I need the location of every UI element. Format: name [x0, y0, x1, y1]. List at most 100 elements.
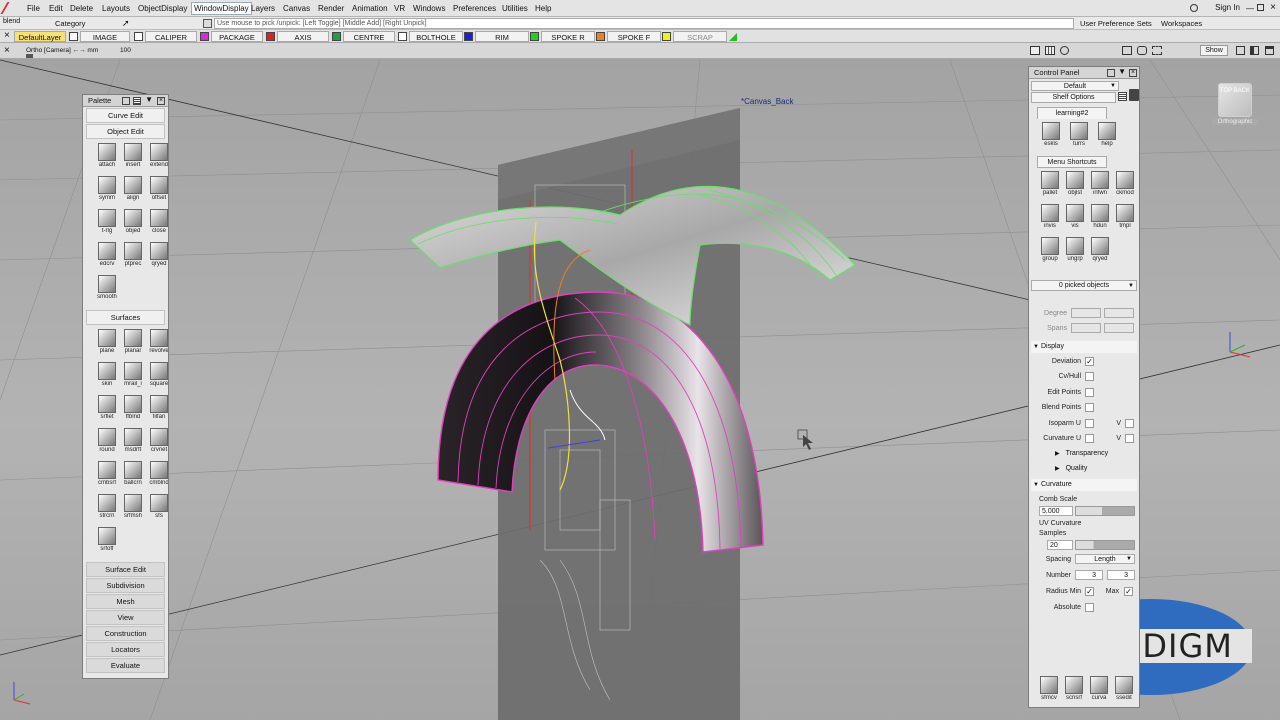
palette-options-icon[interactable]: [122, 97, 130, 105]
layer-swatch-caliper[interactable]: [134, 32, 143, 41]
section-construction[interactable]: Construction: [86, 626, 165, 641]
tool-close[interactable]: close: [147, 208, 168, 241]
menu-delete[interactable]: Delete: [70, 4, 93, 13]
tool-offset[interactable]: offset: [147, 175, 168, 208]
viewcube-top[interactable]: TOP: [1220, 88, 1232, 94]
layer-bolthole[interactable]: BOLTHOLE: [409, 31, 463, 42]
menu-render[interactable]: Render: [318, 4, 344, 13]
absolute-checkbox[interactable]: [1085, 603, 1094, 612]
menu-windowdisplay[interactable]: WindowDisplay: [191, 2, 252, 15]
workspaces-button[interactable]: Workspaces: [1161, 19, 1202, 28]
layer-defaultlayer[interactable]: DefaultLayer: [14, 31, 66, 42]
sign-in-link[interactable]: Sign In: [1215, 3, 1240, 12]
comb-scale-field[interactable]: 5.000: [1039, 506, 1073, 516]
close-icon[interactable]: ×: [1270, 2, 1276, 13]
grid-icon[interactable]: [1045, 46, 1055, 55]
section-curve-edit[interactable]: Curve Edit: [86, 108, 165, 123]
menu-layouts[interactable]: Layouts: [102, 4, 130, 13]
layer-axis[interactable]: AXIS: [277, 31, 329, 42]
layer-swatch-bolthole[interactable]: [398, 32, 407, 41]
palette-list-icon[interactable]: [133, 97, 141, 105]
tool-round[interactable]: round: [95, 427, 119, 460]
pick-tool-icon[interactable]: ➚: [122, 18, 130, 29]
tool-sfmcv[interactable]: sfmcv: [1037, 675, 1061, 707]
number-v-field[interactable]: 3: [1107, 570, 1135, 580]
layer-caliper[interactable]: CALIPER: [145, 31, 197, 42]
tool-curva[interactable]: curva: [1087, 675, 1111, 707]
section-subdivision[interactable]: Subdivision: [86, 578, 165, 593]
show-button[interactable]: Show: [1200, 45, 1228, 56]
split-icon[interactable]: [1250, 46, 1259, 55]
layout-icon[interactable]: [1236, 46, 1245, 55]
section-surfaces[interactable]: Surfaces: [86, 310, 165, 325]
shortcut-vis[interactable]: vis: [1063, 203, 1087, 236]
menu-windows[interactable]: Windows: [413, 4, 445, 13]
shortcut-tmpl[interactable]: tmpl: [1113, 203, 1137, 236]
isoparm-v-checkbox[interactable]: [1125, 419, 1134, 428]
tool-t-rlg[interactable]: t-rlg: [95, 208, 119, 241]
tool-srfmsh[interactable]: srfmsh: [121, 493, 145, 526]
samples-slider[interactable]: [1075, 540, 1135, 550]
isoparm-u-checkbox[interactable]: [1085, 419, 1094, 428]
tool-objed[interactable]: objed: [121, 208, 145, 241]
layer-spoke-f[interactable]: SPOKE F: [607, 31, 661, 42]
picked-objects-dropdown[interactable]: 0 picked objects ▼: [1031, 280, 1137, 291]
camera-view-icon[interactable]: [1122, 46, 1132, 55]
degree-field-v[interactable]: [1104, 308, 1134, 318]
shortcut-hdun[interactable]: hdun: [1088, 203, 1112, 236]
menu-edit[interactable]: Edit: [49, 4, 63, 13]
layer-swatch-scrap[interactable]: [662, 32, 671, 41]
trash-icon[interactable]: [1129, 89, 1139, 101]
tool-srflet[interactable]: srflet: [95, 394, 119, 427]
tool-ffblnd[interactable]: ffblnd: [121, 394, 145, 427]
maximize-icon[interactable]: [1265, 46, 1274, 55]
user-preference-sets-button[interactable]: User Preference Sets: [1080, 19, 1152, 28]
tool-align[interactable]: align: [121, 175, 145, 208]
curvature-section-header[interactable]: ▼ Curvature: [1031, 479, 1137, 491]
shelf-tool-eskls[interactable]: eskls: [1039, 121, 1063, 154]
zoom-value[interactable]: 100: [120, 47, 131, 54]
shortcut-qryed[interactable]: qryed: [1088, 236, 1112, 269]
tool-cmblnd[interactable]: cmblnd: [147, 460, 168, 493]
deviation-checkbox[interactable]: ✓: [1085, 357, 1094, 366]
comb-scale-slider[interactable]: [1075, 506, 1135, 516]
display-section-header[interactable]: ▼ Display: [1031, 341, 1137, 353]
samples-field[interactable]: 20: [1047, 540, 1073, 550]
tool-mrail[interactable]: mrail_i: [121, 361, 145, 394]
spacing-dropdown[interactable]: Length ▼: [1075, 554, 1135, 564]
tool-ballcrn[interactable]: ballcrn: [121, 460, 145, 493]
tool-crvnet[interactable]: crvnet: [147, 427, 168, 460]
shelf-options-button[interactable]: Shelf Options: [1031, 92, 1116, 103]
menu-file[interactable]: File: [27, 4, 40, 13]
shortcut-group[interactable]: group: [1038, 236, 1062, 269]
layer-swatch-axis[interactable]: [266, 32, 275, 41]
tool-qryed[interactable]: qryed: [147, 241, 168, 274]
shortcut-ungrp[interactable]: ungrp: [1063, 236, 1087, 269]
curvature-u-checkbox[interactable]: [1085, 434, 1094, 443]
section-evaluate[interactable]: Evaluate: [86, 658, 165, 673]
blend-points-checkbox[interactable]: [1085, 403, 1094, 412]
tool-attach[interactable]: attach: [95, 142, 119, 175]
layer-swatch-image[interactable]: [69, 32, 78, 41]
section-mesh[interactable]: Mesh: [86, 594, 165, 609]
tool-symm[interactable]: symm: [95, 175, 119, 208]
shortcut-invis[interactable]: invis: [1038, 203, 1062, 236]
tool-ssedit[interactable]: ssedit: [1112, 675, 1136, 707]
section-locators[interactable]: Locators: [86, 642, 165, 657]
shortcut-pallet[interactable]: pallet: [1038, 170, 1062, 203]
shortcut-ckmod[interactable]: ckmod: [1113, 170, 1137, 203]
frame-icon[interactable]: [1137, 46, 1147, 55]
radius-min-checkbox[interactable]: ✓: [1085, 587, 1094, 596]
layer-rim[interactable]: RIM: [475, 31, 529, 42]
layer-bar-toggle-icon[interactable]: ×: [4, 30, 10, 41]
tool-cmbsrf[interactable]: cmbsrf: [95, 460, 119, 493]
cp-options-icon[interactable]: [1107, 69, 1115, 77]
section-view[interactable]: View: [86, 610, 165, 625]
tool-strcrn[interactable]: strcrn: [95, 493, 119, 526]
viewcube-caption[interactable]: Orthographic: [1212, 119, 1258, 125]
edit-points-checkbox[interactable]: [1085, 388, 1094, 397]
layer-scrap[interactable]: SCRAP: [673, 31, 727, 42]
category-dropdown[interactable]: Category: [55, 19, 85, 28]
tool-scnsrf[interactable]: scnsrf: [1062, 675, 1086, 707]
menu-shortcuts-tab[interactable]: Menu Shortcuts: [1037, 156, 1107, 168]
